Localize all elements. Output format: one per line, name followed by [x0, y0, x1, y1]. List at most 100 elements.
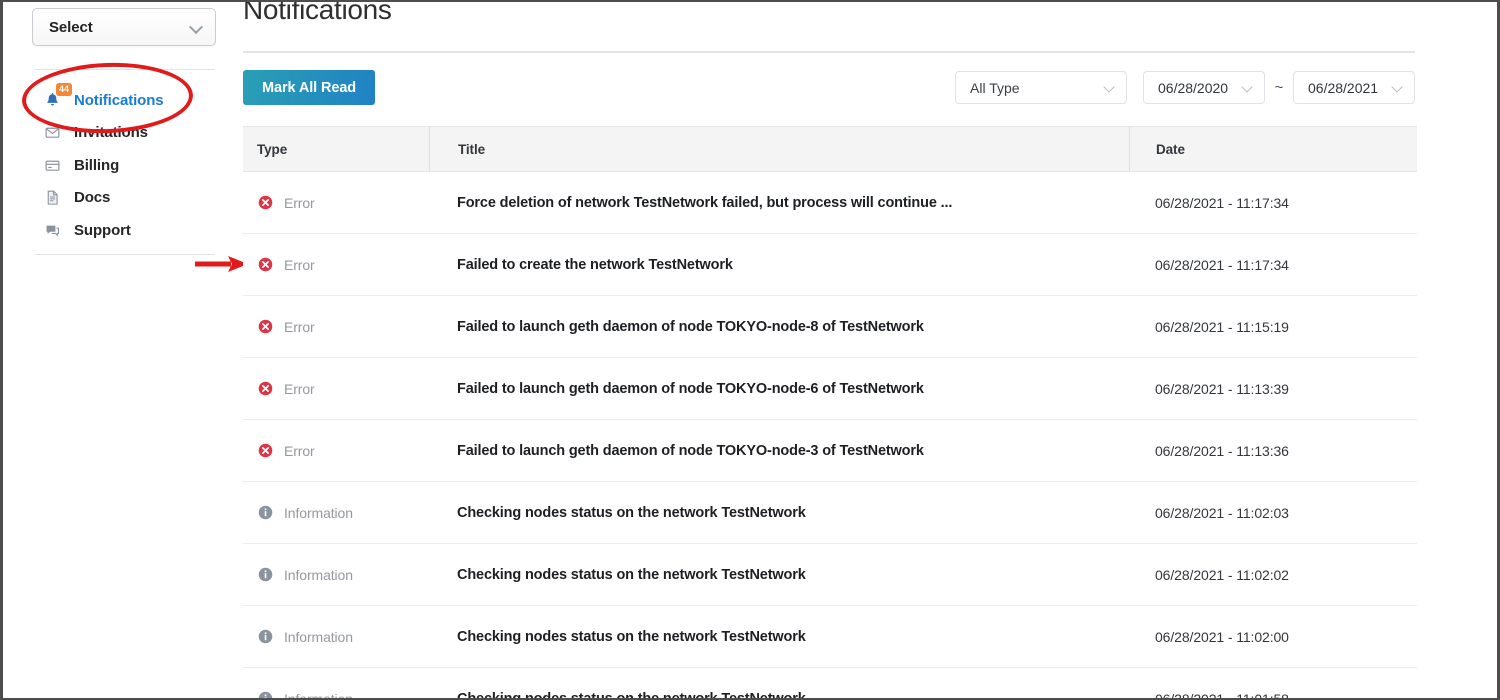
type-label: Information — [284, 504, 353, 521]
notification-date: 06/28/2021 - 11:02:00 — [1155, 628, 1289, 645]
notification-date: 06/28/2021 - 11:15:19 — [1155, 318, 1289, 335]
type-label: Error — [284, 194, 315, 211]
type-label: Error — [284, 442, 315, 459]
cell-date: 06/28/2021 - 11:01:58 — [1129, 668, 1417, 700]
chevron-down-icon — [1104, 82, 1116, 94]
notification-date: 06/28/2021 - 11:02:03 — [1155, 504, 1289, 521]
main-content: Notifications Mark All Read All Type 06/… — [241, 0, 1497, 700]
type-label: Error — [284, 380, 315, 397]
type-label: Error — [284, 318, 315, 335]
toolbar: Mark All Read All Type 06/28/2020 ~ 06/2… — [241, 70, 1415, 108]
table-row[interactable]: Information Checking nodes status on the … — [243, 606, 1417, 668]
sidebar-divider-bottom — [35, 254, 215, 255]
sidebar-item-support[interactable]: Support — [3, 214, 241, 247]
type-filter-select[interactable]: All Type — [955, 71, 1127, 104]
cell-title: Checking nodes status on the network Tes… — [429, 482, 1129, 544]
notification-title: Failed to create the network TestNetwork — [457, 256, 733, 273]
sidebar-item-notifications[interactable]: 44 Notifications — [3, 83, 241, 117]
error-circle-icon — [257, 442, 274, 459]
table-row[interactable]: Error Failed to launch geth daemon of nod… — [243, 296, 1417, 358]
date-to-picker[interactable]: 06/28/2021 — [1293, 71, 1415, 104]
cell-date: 06/28/2021 - 11:02:03 — [1129, 482, 1417, 544]
type-label: Information — [284, 566, 353, 583]
table-row[interactable]: Error Force deletion of network TestNetwo… — [243, 172, 1417, 234]
sidebar-item-label: Invitations — [74, 124, 148, 142]
envelope-icon — [44, 123, 66, 143]
table-row[interactable]: Information Checking nodes status on the … — [243, 482, 1417, 544]
chat-bubble-icon — [44, 220, 66, 240]
cell-type: Error — [243, 296, 429, 358]
page-title: Notifications — [243, 0, 392, 25]
sidebar-item-label: Billing — [74, 156, 120, 174]
cell-type: Error — [243, 358, 429, 420]
notification-date: 06/28/2021 - 11:17:34 — [1155, 256, 1289, 273]
sidebar-item-docs[interactable]: Docs — [3, 182, 241, 215]
notification-date: 06/28/2021 - 11:02:02 — [1155, 566, 1289, 583]
cell-title: Checking nodes status on the network Tes… — [429, 544, 1129, 606]
notification-date: 06/28/2021 - 11:01:58 — [1155, 690, 1289, 700]
cell-date: 06/28/2021 - 11:13:39 — [1129, 358, 1417, 420]
account-select-dropdown[interactable]: Select — [32, 8, 216, 46]
notifications-table: Type Title Date Error Force deletion of n… — [243, 126, 1417, 700]
column-header-date: Date — [1129, 126, 1417, 172]
sidebar-item-label: Support — [74, 221, 131, 239]
date-to-value: 06/28/2021 — [1308, 79, 1379, 96]
cell-type: Information — [243, 482, 429, 544]
table-header-row: Type Title Date — [243, 126, 1417, 172]
notification-title: Failed to launch geth daemon of node TOK… — [457, 380, 924, 397]
error-circle-icon — [257, 380, 274, 397]
cell-type: Error — [243, 420, 429, 482]
notification-title: Checking nodes status on the network Tes… — [457, 628, 806, 645]
notifications-badge: 44 — [56, 83, 73, 97]
document-icon — [44, 188, 66, 208]
table-row[interactable]: Error Failed to launch geth daemon of nod… — [243, 358, 1417, 420]
date-from-picker[interactable]: 06/28/2020 — [1143, 71, 1265, 104]
chevron-down-icon — [1242, 82, 1254, 94]
type-label: Information — [284, 690, 353, 700]
sidebar-item-label: Docs — [74, 189, 111, 207]
notification-title: Checking nodes status on the network Tes… — [457, 504, 806, 521]
cell-date: 06/28/2021 - 11:17:34 — [1129, 234, 1417, 296]
account-select-label: Select — [49, 18, 93, 36]
table-row[interactable]: Information Checking nodes status on the … — [243, 668, 1417, 700]
error-circle-icon — [257, 194, 274, 211]
notification-title: Force deletion of network TestNetwork fa… — [457, 194, 953, 211]
filter-controls: All Type 06/28/2020 ~ 06/28/2021 — [955, 71, 1415, 104]
mark-all-read-button[interactable]: Mark All Read — [243, 70, 376, 105]
cell-title: Failed to launch geth daemon of node TOK… — [429, 420, 1129, 482]
cell-title: Checking nodes status on the network Tes… — [429, 606, 1129, 668]
cell-title: Checking nodes status on the network Tes… — [429, 668, 1129, 699]
info-circle-icon — [257, 504, 274, 521]
credit-card-icon — [44, 155, 66, 175]
notification-title: Failed to launch geth daemon of node TOK… — [457, 442, 924, 459]
sidebar-item-invitations[interactable]: Invitations — [3, 117, 241, 150]
cell-type: Information — [243, 668, 429, 700]
sidebar-item-label: Notifications — [74, 91, 164, 109]
notification-date: 06/28/2021 - 11:17:34 — [1155, 194, 1289, 211]
notification-title: Failed to launch geth daemon of node TOK… — [457, 318, 924, 335]
type-label: Information — [284, 628, 353, 645]
error-circle-icon — [257, 256, 274, 273]
sidebar-divider-top — [35, 69, 215, 70]
type-filter-value: All Type — [970, 79, 1020, 96]
bell-icon: 44 — [44, 83, 73, 110]
table-body: Error Force deletion of network TestNetwo… — [243, 172, 1417, 700]
cell-type: Error — [243, 234, 429, 296]
info-circle-icon — [257, 690, 274, 698]
table-row[interactable]: Information Checking nodes status on the … — [243, 544, 1417, 606]
table-row[interactable]: Error Failed to create the network TestNe… — [243, 234, 1417, 296]
cell-date: 06/28/2021 - 11:15:19 — [1129, 296, 1417, 358]
title-divider — [243, 51, 1415, 53]
table-row[interactable]: Error Failed to launch geth daemon of nod… — [243, 420, 1417, 482]
cell-type: Error — [243, 172, 429, 234]
cell-title: Failed to launch geth daemon of node TOK… — [429, 296, 1129, 358]
sidebar-item-billing[interactable]: Billing — [3, 149, 241, 182]
chevron-down-icon — [190, 21, 203, 34]
notification-date: 06/28/2021 - 11:13:39 — [1155, 380, 1289, 397]
notification-title: Checking nodes status on the network Tes… — [457, 566, 806, 583]
cell-date: 06/28/2021 - 11:17:34 — [1129, 172, 1417, 234]
sidebar-nav: 44 Notifications Invitations Billing Doc… — [3, 83, 241, 247]
cell-title: Failed to launch geth daemon of node TOK… — [429, 358, 1129, 420]
column-header-type: Type — [257, 141, 288, 157]
date-range-separator: ~ — [1274, 79, 1284, 96]
